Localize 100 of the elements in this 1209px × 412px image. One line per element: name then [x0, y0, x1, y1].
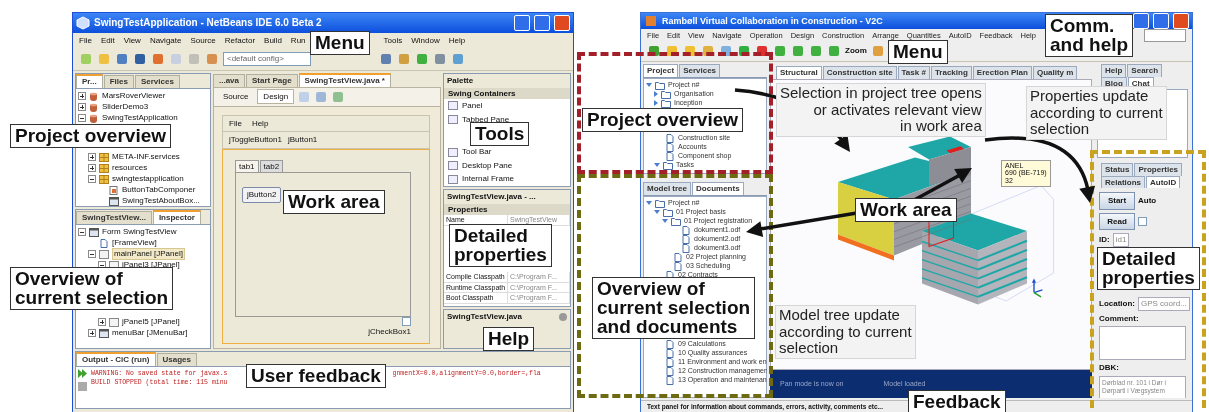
view-toggle[interactable]: Design	[257, 88, 295, 105]
tree-item[interactable]: swingtestapplication	[112, 174, 184, 184]
toolbar-icon[interactable]	[665, 44, 679, 58]
tab[interactable]: Inspector	[152, 210, 201, 224]
menu-item[interactable]: Run	[290, 35, 306, 46]
expand-toggle[interactable]	[88, 164, 96, 173]
toolbar-icon[interactable]	[701, 44, 715, 58]
tab[interactable]: ...ava	[213, 74, 245, 87]
menu-item[interactable]: View	[123, 35, 141, 46]
tab[interactable]: tab2	[259, 159, 284, 173]
rerun-icon[interactable]	[78, 368, 87, 378]
tab[interactable]: Structural	[776, 66, 822, 79]
toolbar-icon[interactable]	[115, 52, 129, 66]
tree-item[interactable]: menuBar [JMenuBar]	[112, 328, 188, 338]
toolbar-icon[interactable]	[737, 44, 751, 58]
expand-toggle[interactable]	[88, 153, 96, 162]
tree-item[interactable]: SliderDemo3	[102, 102, 149, 112]
tab[interactable]: Documents	[692, 182, 744, 195]
toolbar-icon[interactable]	[379, 52, 393, 66]
expand-toggle[interactable]	[88, 250, 96, 259]
expand-toggle[interactable]	[78, 103, 86, 112]
read-button[interactable]: Read	[1099, 212, 1135, 231]
input-field[interactable]: GPS coord...	[1138, 296, 1190, 311]
menu-item[interactable]: File	[229, 118, 242, 129]
tab[interactable]: Erection Plan	[972, 66, 1032, 79]
palette-item[interactable]: Tool Bar	[462, 147, 492, 157]
expand-toggle[interactable]	[78, 228, 86, 237]
tree-item[interactable]: jPanel3 [JPanel]	[122, 260, 180, 270]
stop-icon[interactable]	[78, 381, 87, 391]
menu-item[interactable]: Navigate	[149, 35, 182, 46]
tree-item[interactable]: SwingTestApplication	[102, 113, 178, 123]
menu-item[interactable]: Tools	[383, 35, 403, 46]
tab[interactable]: Properties	[1134, 163, 1183, 176]
menu-item[interactable]: Refactor	[224, 35, 256, 46]
expand-toggle[interactable]	[98, 318, 106, 327]
tab[interactable]: Output - CiC (run)	[76, 352, 156, 366]
tab[interactable]: Files	[103, 75, 134, 88]
tree-item[interactable]: resources	[112, 163, 148, 173]
tab[interactable]: Construction site	[822, 66, 897, 79]
checkbox[interactable]	[402, 317, 411, 327]
tree-item[interactable]: MarsRoverViewer	[102, 91, 166, 101]
close-button[interactable]	[1173, 13, 1189, 29]
tab[interactable]: Services	[134, 75, 180, 88]
form-button[interactable]: jButton2	[242, 187, 282, 203]
minimize-button[interactable]	[1133, 13, 1149, 29]
palette-item[interactable]: Tabbed Pane	[462, 114, 510, 125]
tab[interactable]: Task #	[897, 66, 930, 79]
text-area[interactable]	[1099, 326, 1186, 361]
tab[interactable]: tab1	[235, 159, 259, 173]
tab[interactable]: Help	[1101, 64, 1127, 77]
menu-item[interactable]: Help	[251, 118, 269, 129]
toolbar-icon[interactable]	[433, 52, 447, 66]
tree-item[interactable]: mainPanel [JPanel]	[112, 248, 185, 260]
toolbar-icon[interactable]	[151, 52, 165, 66]
tab[interactable]: Pr...	[76, 74, 103, 88]
expand-toggle[interactable]	[78, 114, 86, 123]
toolbar-icon[interactable]	[133, 52, 147, 66]
tree-item[interactable]: SwingTestAboutBox...	[122, 196, 200, 206]
tab[interactable]: SwingTestView...	[76, 211, 152, 224]
close-button[interactable]	[554, 15, 570, 31]
tab[interactable]: Model tree	[643, 182, 691, 195]
menu-item[interactable]: File	[79, 35, 92, 46]
checkbox[interactable]	[1138, 217, 1147, 227]
toolbar-icon[interactable]	[683, 44, 697, 58]
palette-item[interactable]: Internal Frame	[462, 174, 515, 184]
tab[interactable]: Search	[1127, 64, 1163, 77]
tree-item[interactable]: jPanel5 [JPanel]	[122, 317, 180, 327]
menu-item[interactable]: Help	[448, 35, 466, 46]
menu-item[interactable]: Source	[190, 35, 216, 46]
maximize-button[interactable]	[534, 15, 550, 31]
palette-item[interactable]: Panel	[462, 101, 483, 111]
toolbar-button[interactable]: jToggleButton1	[229, 135, 282, 145]
toolbar-button[interactable]: jButton1	[287, 135, 318, 145]
tab[interactable]: Services	[679, 64, 721, 77]
tab[interactable]: Start Page	[246, 74, 298, 87]
expand-toggle[interactable]	[88, 175, 96, 184]
zoom-label[interactable]: Zoom	[845, 46, 867, 56]
tree-item[interactable]: META-INF.services	[112, 152, 180, 162]
tab[interactable]: SwingTestView.java *	[298, 73, 391, 87]
toolbar-icon[interactable]	[647, 44, 661, 58]
minimize-button[interactable]	[514, 15, 530, 31]
menu-item[interactable]: Build	[264, 35, 282, 46]
menu-item[interactable]: Window	[411, 35, 440, 46]
expand-toggle[interactable]	[88, 329, 96, 338]
palette-item[interactable]: Desktop Pane	[462, 160, 513, 171]
tab[interactable]: Project	[643, 64, 679, 77]
tab[interactable]: Usages	[156, 353, 197, 366]
tab[interactable]: Quality m	[1032, 66, 1078, 79]
tree-item[interactable]: ButtonTabComponer	[122, 185, 196, 195]
expand-toggle[interactable]	[78, 92, 86, 101]
toolbar-icon[interactable]	[719, 44, 733, 58]
toolbar-icon[interactable]	[755, 44, 769, 58]
menu-item[interactable]: Edit	[100, 35, 115, 46]
start-button[interactable]: Start	[1099, 192, 1135, 210]
tab[interactable]: Status	[1101, 163, 1134, 176]
maximize-button[interactable]	[1153, 13, 1169, 29]
view-toggle[interactable]: Source	[217, 88, 255, 105]
tree-item[interactable]: [FrameView]	[112, 238, 157, 248]
tab[interactable]: Tracking	[930, 66, 972, 79]
config-dropdown[interactable]: <default config>	[223, 52, 311, 66]
